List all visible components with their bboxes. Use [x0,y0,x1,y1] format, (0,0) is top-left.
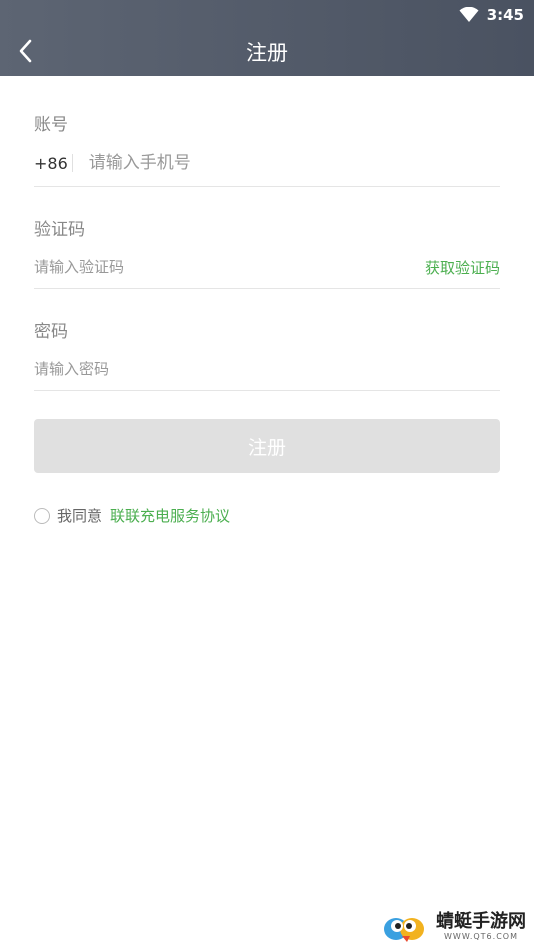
watermark-name: 蜻蜓手游网 [436,911,526,932]
page-title: 注册 [246,41,288,65]
register-button[interactable]: 注册 [34,419,500,473]
prefix-divider [71,154,73,172]
service-agreement-link[interactable]: 联联充电服务协议 [110,505,230,526]
code-input[interactable] [34,258,425,276]
status-bar: 3:45 [459,4,524,26]
password-input[interactable] [34,360,500,378]
password-underline [34,390,500,391]
get-code-button[interactable]: 获取验证码 [425,257,500,278]
password-field: 密码 [34,317,500,392]
country-code-prefix[interactable]: +86 [34,154,72,173]
code-field: 验证码 获取验证码 [34,215,500,290]
account-field: 账号 +86 [34,110,500,188]
account-underline [34,186,500,187]
agree-text: 我同意 [57,507,103,525]
status-time: 3:45 [486,6,524,24]
dragonfly-logo-icon [384,918,424,942]
watermark: 蜻蜓手游网 WWW.QT6.COM [382,909,526,945]
agree-checkbox[interactable] [34,507,50,524]
wifi-icon [459,7,479,22]
code-underline [34,288,500,289]
code-label: 验证码 [34,220,85,240]
agreement-row: 我同意 联联充电服务协议 [34,505,230,526]
app-header: 3:45 注册 [0,0,534,76]
watermark-url: WWW.QT6.COM [444,932,518,941]
account-label: 账号 [34,115,68,135]
phone-input[interactable] [88,153,500,173]
password-label: 密码 [34,322,68,342]
